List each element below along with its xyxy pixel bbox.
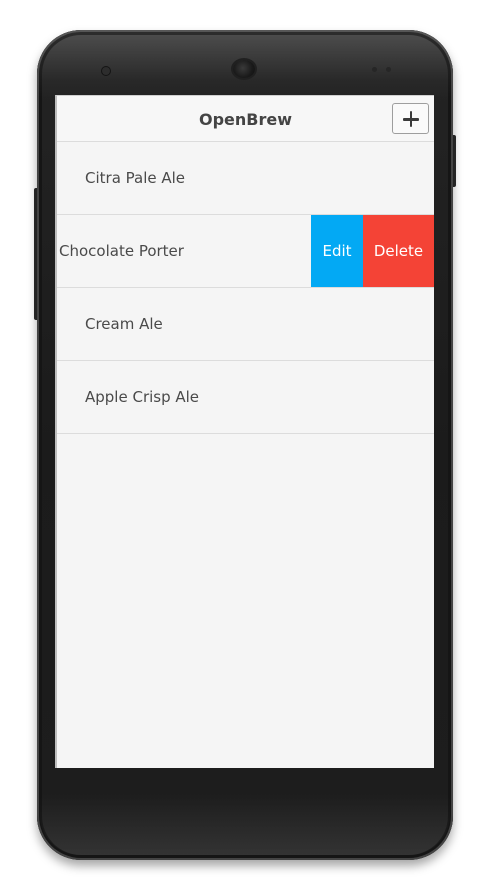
list-item-label: Chocolate Porter: [59, 242, 184, 260]
list-item[interactable]: Apple Crisp Ale: [57, 361, 434, 434]
page-title: OpenBrew: [198, 110, 292, 129]
proximity-sensor: [372, 67, 377, 72]
front-camera: [102, 67, 110, 75]
list-item-label: Citra Pale Ale: [85, 169, 186, 187]
add-beer-button[interactable]: [392, 103, 429, 134]
beer-list: Citra Pale Ale Chocolate Porter Edit Del…: [57, 142, 434, 434]
nav-bar: OpenBrew: [57, 96, 434, 142]
list-item-label: Apple Crisp Ale: [85, 388, 200, 406]
list-item[interactable]: Chocolate Porter Edit Delete: [57, 215, 434, 288]
device-stage: OpenBrew Citra Pale Ale Chocolate Porter…: [0, 0, 481, 885]
light-sensor: [386, 67, 391, 72]
list-item-label: Cream Ale: [85, 315, 163, 333]
list-item[interactable]: Citra Pale Ale: [57, 142, 434, 215]
phone-bottom-sheen: [40, 795, 450, 855]
delete-button[interactable]: Delete: [363, 215, 434, 287]
list-item[interactable]: Cream Ale: [57, 288, 434, 361]
app-screen: OpenBrew Citra Pale Ale Chocolate Porter…: [55, 95, 434, 768]
earpiece-speaker: [233, 60, 255, 78]
edit-button[interactable]: Edit: [311, 215, 363, 287]
swipe-actions: Edit Delete: [311, 215, 434, 287]
